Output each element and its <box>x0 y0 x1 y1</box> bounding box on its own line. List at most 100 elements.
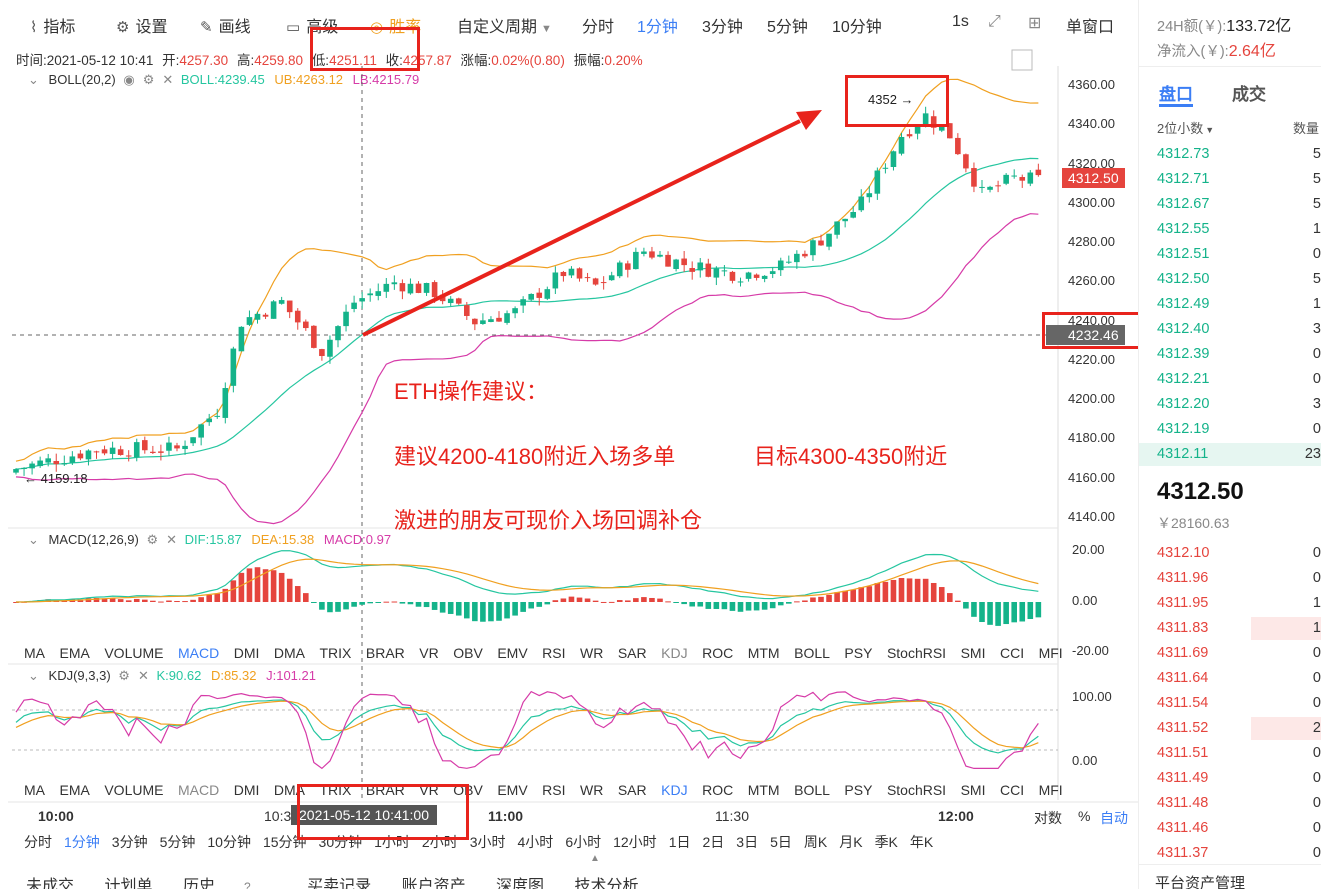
indicator-tab-rsi[interactable]: RSI <box>542 645 565 661</box>
bid-price[interactable]: 4312.73 <box>1157 146 1209 162</box>
indicator-tab-smi[interactable]: SMI <box>961 782 986 798</box>
percent-scale-toggle[interactable]: % <box>1078 808 1090 824</box>
period-option[interactable]: 6小时 <box>565 834 601 850</box>
ask-price[interactable]: 4311.37 <box>1157 845 1208 861</box>
tab-trade-records[interactable]: 买卖记录 <box>307 878 371 889</box>
bid-price[interactable]: 4312.55 <box>1157 221 1209 237</box>
indicator-tab-volume[interactable]: VOLUME <box>104 782 163 798</box>
indicator-tab-macd[interactable]: MACD <box>178 645 219 661</box>
ask-price[interactable]: 4311.49 <box>1157 770 1208 786</box>
period-option[interactable]: 1分钟 <box>64 834 100 850</box>
period-option[interactable]: 季K <box>875 834 898 850</box>
tab-technical-analysis[interactable]: 技术分析 <box>575 878 639 889</box>
tab-trades[interactable]: 成交 <box>1232 80 1266 105</box>
expand-icon[interactable] <box>1011 49 1033 71</box>
bid-price[interactable]: 4312.51 <box>1157 246 1209 262</box>
indicator-tab-vr[interactable]: VR <box>419 645 438 661</box>
ask-price[interactable]: 4311.51 <box>1157 745 1208 761</box>
period-option[interactable]: 5分钟 <box>160 834 196 850</box>
period-option[interactable]: 5日 <box>770 834 792 850</box>
indicator-tab-psy[interactable]: PSY <box>844 782 872 798</box>
indicator-tab-dmi[interactable]: DMI <box>234 782 260 798</box>
indicator-tab-cci[interactable]: CCI <box>1000 782 1024 798</box>
period-option[interactable]: 12小时 <box>613 834 657 850</box>
bid-price[interactable]: 4312.20 <box>1157 396 1209 412</box>
indicator-tab-wr[interactable]: WR <box>580 645 603 661</box>
indicator-tab-stochrsi[interactable]: StochRSI <box>887 782 946 798</box>
indicator-tab-ema[interactable]: EMA <box>60 782 90 798</box>
asset-management-link[interactable]: 平台资产管理 <box>1155 872 1245 889</box>
tab-plan-orders[interactable]: 计划单 <box>104 878 152 889</box>
tab-history[interactable]: 历史? <box>183 878 277 889</box>
tab-order-book[interactable]: 盘口 <box>1159 80 1193 105</box>
bid-price[interactable]: 4312.40 <box>1157 321 1209 337</box>
indicator-tab-roc[interactable]: ROC <box>702 645 733 661</box>
bid-price[interactable]: 4312.21 <box>1157 371 1209 387</box>
indicator-tab-kdj[interactable]: KDJ <box>661 645 687 661</box>
indicator-tab-boll[interactable]: BOLL <box>794 782 830 798</box>
bid-price[interactable]: 4312.39 <box>1157 346 1209 362</box>
indicator-tab-cci[interactable]: CCI <box>1000 645 1024 661</box>
indicator-tab-sar[interactable]: SAR <box>618 782 647 798</box>
indicator-tab-ma[interactable]: MA <box>24 782 45 798</box>
indicator-tab-obv[interactable]: OBV <box>453 645 483 661</box>
period-option[interactable]: 3小时 <box>470 834 506 850</box>
period-option[interactable]: 2日 <box>702 834 724 850</box>
indicator-tab-roc[interactable]: ROC <box>702 782 733 798</box>
tab-open-orders[interactable]: 未成交 <box>26 878 74 889</box>
bid-price[interactable]: 4312.50 <box>1157 271 1209 287</box>
indicator-tab-ema[interactable]: EMA <box>60 645 90 661</box>
period-option[interactable]: 3日 <box>736 834 758 850</box>
tab-depth-chart[interactable]: 深度图 <box>496 878 544 889</box>
log-scale-toggle[interactable]: 对数 <box>1034 808 1062 828</box>
ask-price[interactable]: 4311.46 <box>1157 820 1208 836</box>
ask-price[interactable]: 4311.64 <box>1157 670 1208 686</box>
auto-scale-toggle[interactable]: 自动 <box>1100 808 1128 828</box>
indicator-tab-volume[interactable]: VOLUME <box>104 645 163 661</box>
indicator-tab-sar[interactable]: SAR <box>618 645 647 661</box>
bid-price[interactable]: 4312.49 <box>1157 296 1209 312</box>
indicator-tab-emv[interactable]: EMV <box>497 645 527 661</box>
ask-price[interactable]: 4311.48 <box>1157 795 1208 811</box>
indicator-tab-mfi[interactable]: MFI <box>1039 782 1063 798</box>
indicator-tab-ma[interactable]: MA <box>24 645 45 661</box>
collapse-icon[interactable]: ▲ <box>590 853 600 864</box>
indicator-tab-dmi[interactable]: DMI <box>234 645 260 661</box>
bid-price[interactable]: 4312.67 <box>1157 196 1209 212</box>
bid-price[interactable]: 4312.19 <box>1157 421 1209 437</box>
period-option[interactable]: 10分钟 <box>207 834 251 850</box>
indicator-tab-kdj[interactable]: KDJ <box>661 782 687 798</box>
period-option[interactable]: 月K <box>839 834 862 850</box>
indicator-tab-brar[interactable]: BRAR <box>366 645 405 661</box>
ask-price[interactable]: 4311.54 <box>1157 695 1208 711</box>
indicator-tab-mfi[interactable]: MFI <box>1039 645 1063 661</box>
indicator-tab-mtm[interactable]: MTM <box>748 645 780 661</box>
ask-price[interactable]: 4311.52 <box>1157 720 1208 736</box>
tab-account-assets[interactable]: 账户资产 <box>402 878 466 889</box>
indicator-tab-boll[interactable]: BOLL <box>794 645 830 661</box>
bid-price[interactable]: 4312.11 <box>1157 446 1208 462</box>
ask-price[interactable]: 4312.10 <box>1157 545 1209 561</box>
period-option[interactable]: 1日 <box>669 834 691 850</box>
indicator-tab-macd[interactable]: MACD <box>178 782 219 798</box>
indicator-tab-mtm[interactable]: MTM <box>748 782 780 798</box>
indicator-tab-rsi[interactable]: RSI <box>542 782 565 798</box>
period-option[interactable]: 周K <box>804 834 827 850</box>
period-option[interactable]: 分时 <box>24 834 52 850</box>
indicator-tab-smi[interactable]: SMI <box>961 645 986 661</box>
bid-price[interactable]: 4312.71 <box>1157 171 1209 187</box>
indicator-tab-psy[interactable]: PSY <box>844 645 872 661</box>
decimals-dropdown[interactable]: 2位小数 ▼ <box>1157 118 1214 137</box>
ask-price[interactable]: 4311.83 <box>1157 620 1208 636</box>
ask-price[interactable]: 4311.96 <box>1157 570 1208 586</box>
indicator-tab-emv[interactable]: EMV <box>497 782 527 798</box>
period-option[interactable]: 年K <box>910 834 933 850</box>
indicator-tab-trix[interactable]: TRIX <box>320 645 352 661</box>
ask-price[interactable]: 4311.95 <box>1157 595 1208 611</box>
period-option[interactable]: 4小时 <box>518 834 554 850</box>
indicator-tab-dma[interactable]: DMA <box>274 645 305 661</box>
indicator-tab-wr[interactable]: WR <box>580 782 603 798</box>
ask-price[interactable]: 4311.69 <box>1157 645 1208 661</box>
indicator-tab-stochrsi[interactable]: StochRSI <box>887 645 946 661</box>
period-option[interactable]: 3分钟 <box>112 834 148 850</box>
